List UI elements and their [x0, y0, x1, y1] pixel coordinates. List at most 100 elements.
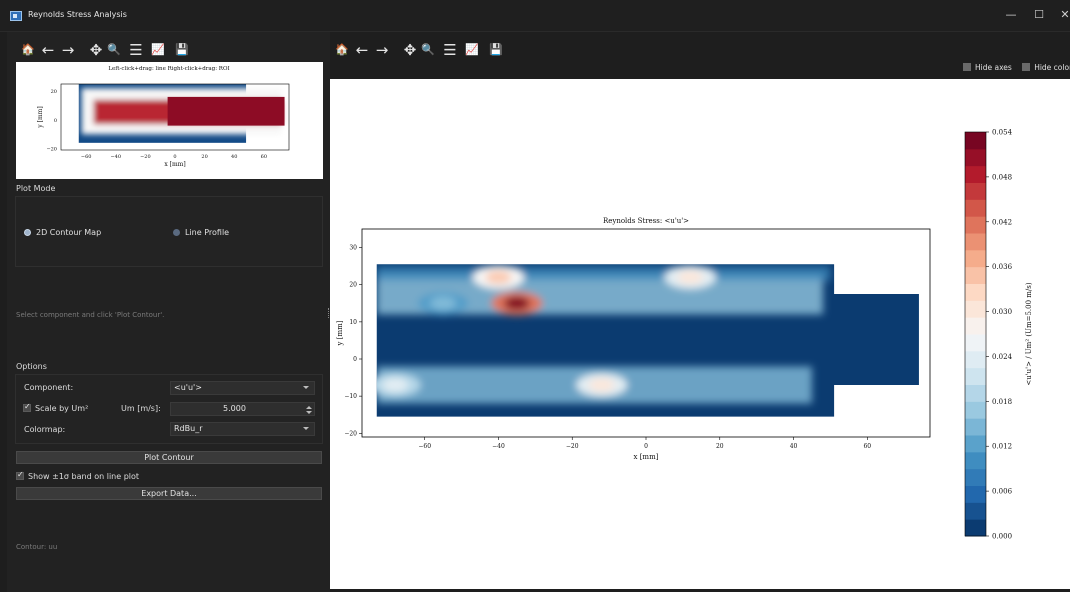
close-button[interactable]: ✕ — [1056, 8, 1070, 22]
colorbar-segment — [965, 418, 986, 436]
colorbar-tick-label: 0.000 — [992, 533, 1012, 541]
y-axis-label: y [mm] — [336, 320, 344, 346]
spin-up-icon[interactable] — [306, 406, 312, 409]
colorbar-segment — [965, 367, 986, 385]
radio-selected-icon — [24, 229, 31, 236]
mini-plot[interactable]: Left-click+drag: line Right-click+drag: … — [16, 62, 323, 179]
colorbar-segment — [965, 249, 986, 268]
colorbar-segment — [965, 199, 986, 217]
options-title: Options — [16, 362, 47, 371]
save-icon[interactable]: 💾 — [172, 37, 192, 63]
colorbar-segment — [965, 216, 986, 234]
mini-x-tick-label: 0 — [173, 154, 176, 160]
back-icon[interactable]: ← — [352, 37, 372, 63]
export-data-button[interactable]: Export Data... — [16, 487, 322, 500]
colorbar-segment — [965, 468, 986, 486]
band-checkbox[interactable] — [16, 470, 24, 480]
x-tick-label: 60 — [863, 443, 871, 450]
colorbar-segment — [965, 283, 986, 301]
mini-y-tick-label: −20 — [46, 147, 57, 153]
colormap-label: Colormap: — [24, 425, 66, 434]
colorbar-tick-label: 0.048 — [992, 173, 1012, 181]
main-contour-svg[interactable]: Reynolds Stress: <u'u'> −60 −40 −20 0 20 40 60 −… — [330, 79, 1070, 589]
configure-icon[interactable]: ☰ — [440, 37, 460, 63]
upper-edge-band — [376, 266, 831, 281]
scale-label: Scale by Um² — [35, 404, 89, 413]
maximize-button[interactable]: ☐ — [1030, 8, 1048, 22]
x-tick-label: −60 — [418, 443, 431, 450]
axes-edit-icon[interactable]: 📈 — [148, 37, 168, 63]
home-icon[interactable]: 🏠 — [18, 37, 38, 63]
x-tick-label: −40 — [492, 443, 505, 450]
colorbar-tick-label: 0.054 — [992, 129, 1013, 137]
x-tick-label: 40 — [790, 443, 798, 450]
colorbar-tick-label: 0.030 — [992, 308, 1012, 316]
minimize-button[interactable]: — — [1002, 8, 1020, 22]
pan-icon[interactable]: ✥ — [400, 37, 420, 63]
colorbar-segment — [965, 182, 986, 200]
colorbar-segment — [965, 519, 986, 537]
hide-axes-checkbox[interactable] — [963, 63, 971, 71]
mini-x-tick-label: 20 — [201, 154, 207, 160]
colormap-combo[interactable]: RdBu_r — [170, 422, 315, 436]
home-icon[interactable]: 🏠 — [332, 37, 352, 63]
pan-icon[interactable]: ✥ — [86, 37, 106, 63]
radio-line-profile-label: Line Profile — [185, 228, 230, 237]
chevron-down-icon — [303, 386, 309, 389]
forward-icon[interactable]: → — [58, 37, 78, 63]
axes-edit-icon[interactable]: 📈 — [462, 37, 482, 63]
hotspot — [503, 296, 530, 311]
colorbar-segment — [965, 317, 986, 335]
um-spinbox[interactable]: 5.000 — [170, 402, 315, 416]
forward-icon[interactable]: → — [372, 37, 392, 63]
band-label: Show ±1σ band on line plot — [28, 472, 140, 481]
hide-colorbar-checkbox[interactable] — [1022, 63, 1031, 71]
colorbar-segment — [965, 148, 986, 167]
mini-x-tick-label: 40 — [231, 154, 237, 160]
y-tick-label: 20 — [349, 282, 357, 289]
um-label: Um [m/s]: — [121, 404, 161, 413]
colorbar-tick-label: 0.036 — [992, 263, 1013, 271]
back-icon[interactable]: ← — [38, 37, 58, 63]
colormap-value: RdBu_r — [174, 424, 203, 433]
zoom-icon[interactable]: 🔍 — [104, 37, 124, 63]
save-icon[interactable]: 💾 — [486, 37, 506, 63]
colorbar-segment — [965, 334, 986, 352]
spin-down-icon[interactable] — [306, 411, 312, 414]
radio-unselected-icon — [173, 229, 180, 236]
colorbar-segment — [965, 401, 986, 419]
colorbar-segment — [965, 502, 986, 520]
main-plot-canvas[interactable]: Reynolds Stress: <u'u'> −60 −40 −20 0 20 40 60 −… — [330, 79, 1070, 589]
app-icon — [10, 11, 22, 21]
scale-checkbox[interactable] — [23, 402, 31, 412]
colorbar-segment — [965, 435, 986, 453]
x-tick-label: −20 — [566, 443, 579, 450]
hotspot — [588, 378, 615, 392]
configure-icon[interactable]: ☰ — [126, 37, 146, 63]
colorbar-label: <u'u'> / Um² (Um=5.00 m/s) — [1025, 282, 1033, 386]
hide-axes-toggle[interactable]: Hide axes — [963, 63, 1012, 72]
colorbar-segment — [965, 300, 986, 318]
mini-core-right — [167, 96, 285, 126]
component-combo[interactable]: <u'u'> — [170, 381, 315, 395]
x-tick-label: 0 — [644, 443, 648, 450]
mini-y-axis-label: y [mm] — [37, 106, 44, 128]
plot-contour-button[interactable]: Plot Contour — [16, 451, 322, 464]
hotspot — [382, 378, 409, 392]
hotspot — [485, 270, 512, 285]
colorbar-segment — [965, 485, 986, 503]
hide-colorbar-toggle[interactable]: Hide colorba — [1022, 63, 1070, 72]
y-tick-label: −10 — [344, 393, 357, 400]
y-tick-label: 0 — [353, 356, 357, 363]
colorbar-tick-label: 0.042 — [992, 218, 1012, 226]
hide-colorbar-label: Hide colorba — [1034, 63, 1070, 72]
zoom-icon[interactable]: 🔍 — [418, 37, 438, 63]
colorbar-tick-label: 0.024 — [992, 353, 1013, 361]
plot-mode-title: Plot Mode — [16, 184, 56, 193]
mini-x-tick-label: 60 — [261, 154, 267, 160]
mini-y-tick-label: 20 — [51, 89, 57, 95]
window-title: Reynolds Stress Analysis — [28, 10, 127, 19]
title-bar: Reynolds Stress Analysis — ☐ ✕ — [0, 0, 1070, 32]
mini-plot-header: Left-click+drag: line Right-click+drag: … — [108, 66, 229, 72]
mini-contour-svg[interactable]: Left-click+drag: line Right-click+drag: … — [16, 62, 323, 179]
